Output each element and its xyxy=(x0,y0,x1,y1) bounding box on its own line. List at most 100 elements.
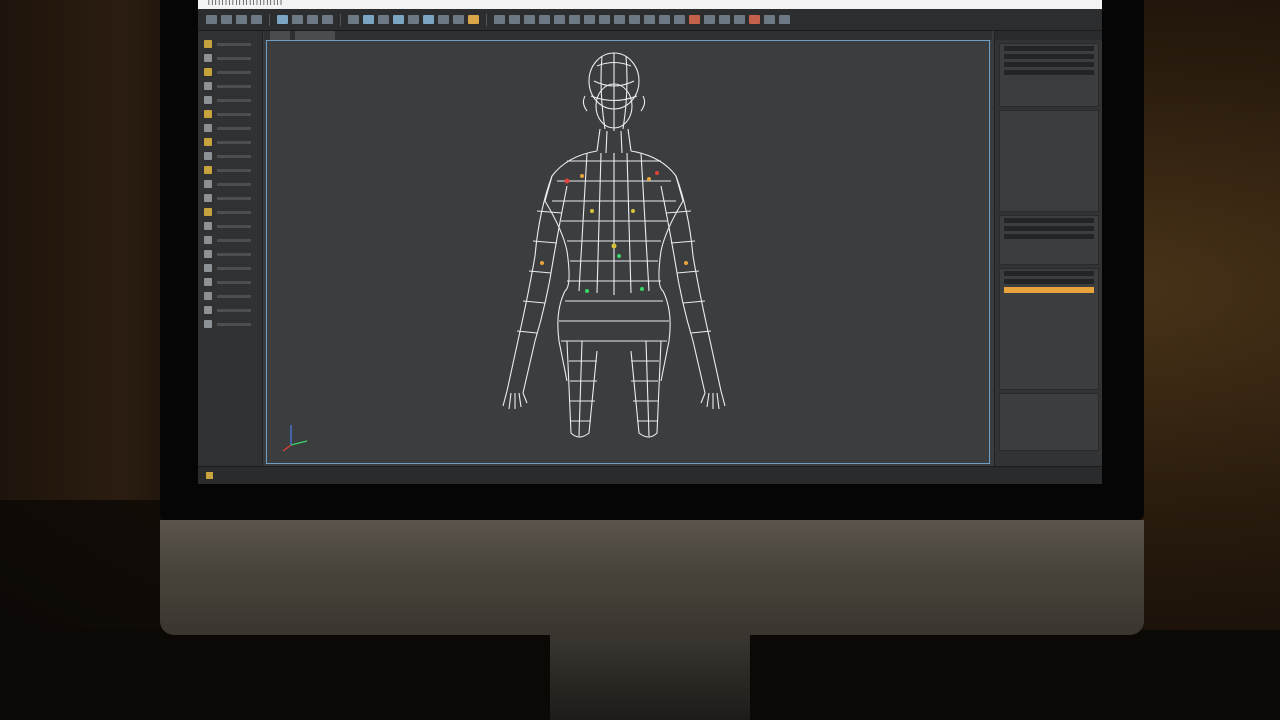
toolbar-separator xyxy=(486,13,487,26)
move-icon[interactable] xyxy=(292,15,303,24)
display-icon[interactable] xyxy=(423,15,434,24)
physics-icon[interactable] xyxy=(569,15,580,24)
hair-icon[interactable] xyxy=(614,15,625,24)
right-properties-panel xyxy=(994,31,1102,466)
tab-viewport[interactable] xyxy=(270,31,291,40)
tool-move[interactable] xyxy=(198,37,262,51)
properties-section-attributes xyxy=(999,215,1099,265)
attribute-field[interactable] xyxy=(1004,233,1094,239)
undo-icon[interactable] xyxy=(236,15,247,24)
scale-icon[interactable] xyxy=(322,15,333,24)
attribute-field[interactable] xyxy=(1004,225,1094,231)
toolbar-separator xyxy=(340,13,341,26)
script-icon[interactable] xyxy=(539,15,550,24)
tool-bone[interactable] xyxy=(198,163,262,177)
folder-icon[interactable] xyxy=(468,15,479,24)
move-tool-icon xyxy=(204,40,212,48)
render-tool-icon xyxy=(204,236,212,244)
monitor-stand xyxy=(550,635,750,720)
rotate-icon[interactable] xyxy=(307,15,318,24)
history-tool-icon xyxy=(204,306,212,314)
tool-extra-2[interactable] xyxy=(198,261,262,275)
options-tool-icon xyxy=(204,250,212,258)
tool-mesh[interactable] xyxy=(198,79,262,93)
attribute-field[interactable] xyxy=(1004,217,1094,223)
tool-light[interactable] xyxy=(198,205,262,219)
cloth-icon[interactable] xyxy=(629,15,640,24)
playback-icon[interactable] xyxy=(704,15,715,24)
keyframe-icon[interactable] xyxy=(509,15,520,24)
channels-tool-icon xyxy=(204,278,212,286)
render-icon[interactable] xyxy=(363,15,374,24)
window-title: ꟾ ꟾ ꟾ ꟾ ꟾ ꟾ ꟾ ꟾ ꟾ ꟾ ꟾ ꟾ ꟾ ꟾ ꟾ ꟾ ꟾ ꟾ ꟾ ꟾ … xyxy=(208,1,282,7)
fluid-icon[interactable] xyxy=(599,15,610,24)
select-icon[interactable] xyxy=(277,15,288,24)
anim-icon[interactable] xyxy=(494,15,505,24)
outliner-tool-icon xyxy=(204,292,212,300)
layer-tool-icon xyxy=(204,152,212,160)
tab-perspective[interactable] xyxy=(294,31,335,40)
save-icon[interactable] xyxy=(221,15,232,24)
tool-extra-4[interactable] xyxy=(198,289,262,303)
monitor-chin xyxy=(160,520,1144,635)
left-tool-panel xyxy=(198,31,263,466)
properties-section-transform xyxy=(999,43,1099,107)
tool-render[interactable] xyxy=(198,233,262,247)
transform-field[interactable] xyxy=(1004,61,1094,67)
tool-sculpt[interactable] xyxy=(198,121,262,135)
tool-layer[interactable] xyxy=(198,149,262,163)
tool-extra-6[interactable] xyxy=(198,317,262,331)
smooth-tool-icon xyxy=(204,138,212,146)
menu-icon[interactable] xyxy=(764,15,775,24)
record-icon[interactable] xyxy=(689,15,700,24)
tool-smooth[interactable] xyxy=(198,135,262,149)
bone-tool-icon xyxy=(204,166,212,174)
3d-viewport[interactable] xyxy=(266,40,990,464)
camera-icon[interactable] xyxy=(393,15,404,24)
transform-field[interactable] xyxy=(1004,45,1094,51)
grid-icon[interactable] xyxy=(408,15,419,24)
plugin-icon[interactable] xyxy=(554,15,565,24)
tool-uv[interactable] xyxy=(198,191,262,205)
tool-camera[interactable] xyxy=(198,219,262,233)
selected-attribute-slider[interactable] xyxy=(1004,287,1094,293)
weight-tool-icon xyxy=(204,180,212,188)
tool-extra-3[interactable] xyxy=(198,275,262,289)
bake-icon[interactable] xyxy=(674,15,685,24)
material-field[interactable] xyxy=(1004,278,1094,284)
texture-icon[interactable] xyxy=(644,15,655,24)
brush-tool-icon xyxy=(204,96,212,104)
timeline-icon[interactable] xyxy=(524,15,535,24)
uv-icon[interactable] xyxy=(659,15,670,24)
tool-extra-1[interactable] xyxy=(198,247,262,261)
properties-section-material xyxy=(999,268,1099,390)
bug-icon[interactable] xyxy=(749,15,760,24)
properties-section-log xyxy=(999,393,1099,451)
settings-icon[interactable] xyxy=(719,15,730,24)
shading-icon[interactable] xyxy=(438,15,449,24)
light-tool-icon xyxy=(204,208,212,216)
help-icon[interactable] xyxy=(734,15,745,24)
tool-extra-5[interactable] xyxy=(198,303,262,317)
redo-icon[interactable] xyxy=(251,15,262,24)
transform-field[interactable] xyxy=(1004,53,1094,59)
node-tool-icon xyxy=(204,320,212,328)
toolbar-separator xyxy=(269,13,270,26)
wireframe-figure[interactable] xyxy=(267,41,991,465)
tool-paint[interactable] xyxy=(198,107,262,121)
window-title-bar: ꟾ ꟾ ꟾ ꟾ ꟾ ꟾ ꟾ ꟾ ꟾ ꟾ ꟾ ꟾ ꟾ ꟾ ꟾ ꟾ ꟾ ꟾ ꟾ ꟾ … xyxy=(198,0,1102,9)
material-field[interactable] xyxy=(1004,270,1094,276)
camera-tool-icon xyxy=(204,222,212,230)
snap-icon[interactable] xyxy=(348,15,359,24)
screen: ꟾ ꟾ ꟾ ꟾ ꟾ ꟾ ꟾ ꟾ ꟾ ꟾ ꟾ ꟾ ꟾ ꟾ ꟾ ꟾ ꟾ ꟾ ꟾ ꟾ … xyxy=(198,0,1102,484)
tool-weight[interactable] xyxy=(198,177,262,191)
more-icon[interactable] xyxy=(779,15,790,24)
light-icon[interactable] xyxy=(453,15,464,24)
material-icon[interactable] xyxy=(378,15,389,24)
tool-brush[interactable] xyxy=(198,93,262,107)
file-icon[interactable] xyxy=(206,15,217,24)
particle-icon[interactable] xyxy=(584,15,595,24)
transform-field[interactable] xyxy=(1004,69,1094,75)
tool-rotate[interactable] xyxy=(198,51,262,65)
tool-scale[interactable] xyxy=(198,65,262,79)
